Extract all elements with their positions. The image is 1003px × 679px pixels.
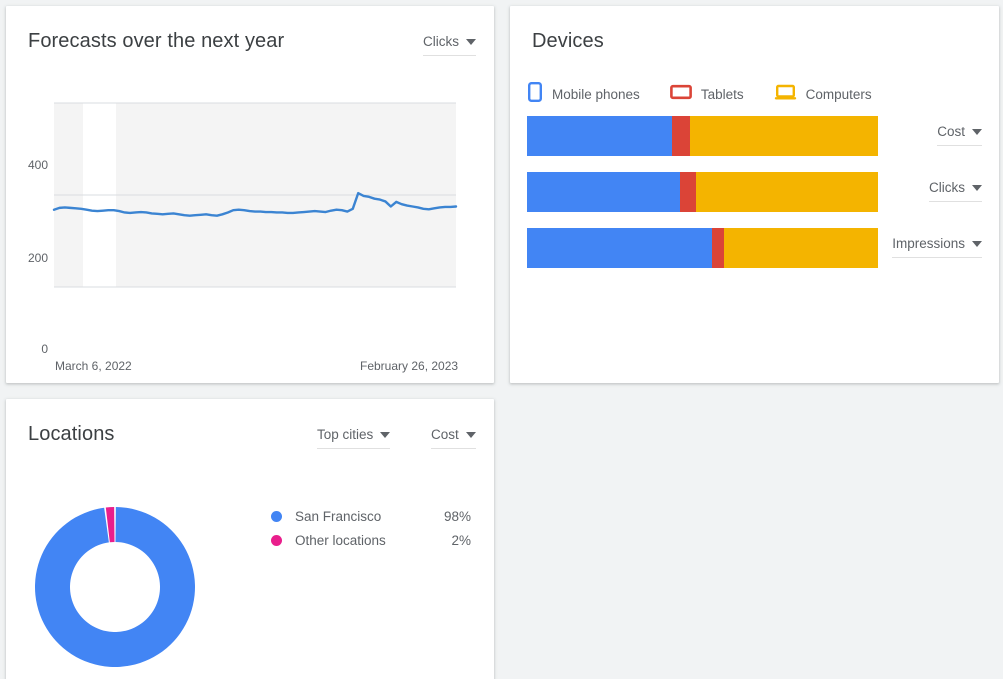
device-bar-row-cost: Cost <box>527 116 999 156</box>
location-legend-row[interactable]: Other locations 2% <box>271 528 471 552</box>
legend-item-tablets-label: Tablets <box>700 87 744 102</box>
forecasts-metric-dropdown-label: Clicks <box>423 34 459 49</box>
donut-slice-san-francisco[interactable] <box>34 507 196 667</box>
stacked-bar-impressions[interactable] <box>527 228 878 268</box>
device-bar-row-clicks: Clicks <box>527 172 999 212</box>
chevron-down-icon <box>465 431 476 438</box>
legend-item-mobile-phones[interactable]: Mobile phones <box>527 82 640 107</box>
device-metric-dropdown-cost[interactable]: Cost <box>937 124 982 146</box>
legend-color-dot <box>271 534 282 546</box>
forecast-chart-svg <box>52 102 458 288</box>
chevron-down-icon <box>466 38 476 45</box>
legend-item-computers-label: Computers <box>805 87 872 102</box>
bar-segment-mobile-phones <box>527 116 672 156</box>
stacked-bar-cost[interactable] <box>527 116 878 156</box>
location-legend-row[interactable]: San Francisco 98% <box>271 504 471 528</box>
chevron-down-icon <box>972 184 982 191</box>
bar-segment-tablets <box>680 172 697 212</box>
devices-card-header: Devices <box>510 6 999 68</box>
legend-item-mobile-phones-label: Mobile phones <box>552 87 640 102</box>
locations-title: Locations <box>28 423 115 445</box>
x-axis-start-label: March 6, 2022 <box>55 359 132 373</box>
location-legend-percent: 2% <box>451 532 471 548</box>
legend-item-tablets[interactable]: Tablets <box>669 82 744 107</box>
device-bar-row-impressions: Impressions <box>527 228 999 268</box>
locations-card-header: Locations Top cities Cost <box>6 399 494 461</box>
locations-scope-dropdown-label: Top cities <box>317 427 374 442</box>
locations-donut-svg <box>34 507 196 667</box>
forecasts-card: Forecasts over the next year Clicks 400 … <box>6 6 494 383</box>
device-metric-dropdown-impressions[interactable]: Impressions <box>892 236 982 258</box>
locations-card: Locations Top cities Cost San Francisco 9… <box>6 399 494 679</box>
bar-segment-computers <box>696 172 878 212</box>
forecasts-title: Forecasts over the next year <box>28 30 285 52</box>
x-axis-end-label: February 26, 2023 <box>360 359 459 373</box>
device-metric-dropdown-label: Impressions <box>892 236 965 251</box>
chevron-down-icon <box>972 240 982 247</box>
devices-legend: Mobile phones Tablets Computers <box>527 82 902 107</box>
locations-legend: San Francisco 98% Other locations 2% <box>271 504 471 552</box>
bar-segment-computers <box>723 228 878 268</box>
chevron-down-icon <box>380 431 391 438</box>
devices-card: Devices Mobile phones Tablets Computers … <box>510 6 999 383</box>
mobile-phone-icon <box>527 82 543 107</box>
locations-metric-dropdown-label: Cost <box>431 427 459 442</box>
bar-segment-tablets <box>711 228 724 268</box>
bar-segment-computers <box>689 116 878 156</box>
legend-item-computers[interactable]: Computers <box>774 82 872 107</box>
computer-icon <box>774 82 797 107</box>
location-legend-name: San Francisco <box>295 508 382 524</box>
tablet-icon <box>669 82 692 107</box>
location-legend-percent: 98% <box>443 508 471 524</box>
locations-metric-dropdown[interactable]: Cost <box>431 427 476 449</box>
chevron-down-icon <box>972 128 982 135</box>
bar-segment-mobile-phones <box>527 228 712 268</box>
legend-color-dot <box>271 510 282 522</box>
bar-segment-tablets <box>671 116 690 156</box>
location-legend-name: Other locations <box>295 532 386 548</box>
stacked-bar-clicks[interactable] <box>527 172 878 212</box>
forecasts-metric-dropdown[interactable]: Clicks <box>423 34 476 56</box>
y-axis-tick-0: 0 <box>41 342 48 356</box>
forecasts-card-header: Forecasts over the next year Clicks <box>6 6 494 68</box>
y-axis-tick-400: 400 <box>27 158 48 172</box>
device-metric-dropdown-label: Clicks <box>929 180 965 195</box>
forecast-line-chart: 400 200 0 March 6, 2022 February 26, 202… <box>6 68 494 373</box>
dashboard-root: Forecasts over the next year Clicks 400 … <box>0 0 1003 679</box>
locations-scope-dropdown[interactable]: Top cities <box>317 427 391 449</box>
locations-donut-chart <box>34 494 240 679</box>
bar-segment-mobile-phones <box>527 172 681 212</box>
y-axis-tick-200: 200 <box>27 251 48 265</box>
device-metric-dropdown-label: Cost <box>937 124 965 139</box>
device-metric-dropdown-clicks[interactable]: Clicks <box>929 180 982 202</box>
devices-title: Devices <box>532 30 604 52</box>
